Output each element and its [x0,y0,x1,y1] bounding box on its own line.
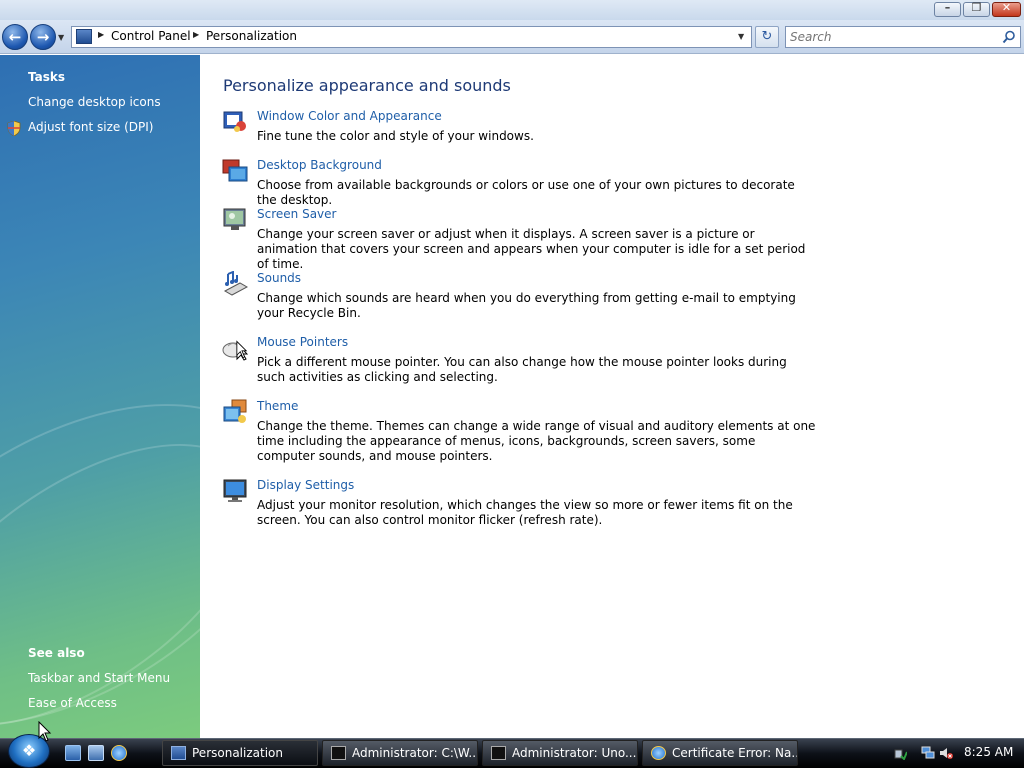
ease-of-access-link[interactable]: Ease of Access [28,696,117,710]
control-panel-icon [76,29,92,44]
taskbar-button-personalization[interactable]: Personalization [162,740,318,766]
taskbar-button-command-prompt[interactable]: Administrator: Uno... [482,740,638,766]
taskbar-button-command-prompt[interactable]: Administrator: C:\W... [322,740,478,766]
minimize-icon: – [944,1,951,14]
screen-saver-icon[interactable] [222,207,248,233]
item-description: Fine tune the color and style of your wi… [257,129,534,143]
adjust-font-size-link[interactable]: Adjust font size (DPI) [28,120,153,134]
task-pane: Tasks Change desktop icons Adjust font s… [0,55,200,738]
display-settings-icon[interactable] [222,478,248,504]
item-description: Change your screen saver or adjust when … [257,227,806,271]
breadcrumb-control-panel[interactable]: Control Panel [111,29,191,43]
internet-explorer-icon[interactable] [111,745,127,761]
display-settings-link[interactable]: Display Settings [257,478,354,492]
breadcrumb-separator-icon[interactable]: ▶ [193,30,199,39]
minimize-button[interactable]: – [934,1,961,17]
clock[interactable]: 8:25 AM [964,745,1013,759]
content-pane: Personalize appearance and sounds Window… [200,55,1024,738]
window-color-appearance-link[interactable]: Window Color and Appearance [257,109,442,123]
safely-remove-hardware-icon[interactable] [893,746,907,760]
personalization-item: Sounds Change which sounds are heard whe… [222,271,812,327]
switch-windows-icon[interactable] [88,745,104,761]
maximize-button[interactable]: ❐ [963,1,990,17]
personalization-item: Mouse Pointers Pick a different mouse po… [222,335,812,391]
windows-logo-icon: ❖ [21,741,37,760]
close-button[interactable]: ✕ [992,1,1021,17]
taskbar-button-label: Administrator: C:\W... [352,746,478,760]
tasks-heading: Tasks [28,70,66,84]
command-prompt-icon [491,746,506,760]
change-desktop-icons-link[interactable]: Change desktop icons [28,95,161,109]
forward-button[interactable]: → [30,24,56,50]
see-also-heading: See also [28,646,85,660]
theme-icon[interactable] [222,399,248,425]
search-icon[interactable] [1002,30,1016,44]
forward-arrow-icon: → [36,28,50,46]
personalization-item: Window Color and Appearance Fine tune th… [222,109,812,149]
search-input[interactable] [790,30,990,44]
mouse-cursor-icon [38,721,52,742]
personalization-item: Desktop Background Choose from available… [222,158,812,207]
item-description: Adjust your monitor resolution, which ch… [257,498,793,527]
taskbar-button-label: Personalization [192,746,283,760]
refresh-icon: ↻ [761,29,773,44]
sounds-icon[interactable] [222,271,248,297]
volume-muted-icon[interactable] [939,746,953,760]
close-icon: ✕ [1001,1,1012,14]
breadcrumb-personalization[interactable]: Personalization [206,29,297,43]
show-desktop-icon[interactable] [65,745,81,761]
personalization-item: Screen Saver Change your screen saver or… [222,207,812,271]
command-prompt-icon [331,746,346,760]
mouse-pointers-link[interactable]: Mouse Pointers [257,335,348,349]
back-arrow-icon: ← [8,28,22,46]
taskbar-button-label: Certificate Error: Na... [672,746,798,760]
control-panel-icon [171,746,186,760]
recent-pages-dropdown-icon[interactable]: ▼ [58,33,64,42]
address-bar[interactable]: ▶ Control Panel ▶ Personalization ▼ [71,26,752,48]
breadcrumb-separator-icon[interactable]: ▶ [98,30,104,39]
search-box[interactable] [785,26,1021,48]
personalization-item: Display Settings Adjust your monitor res… [222,478,812,534]
address-dropdown-icon[interactable]: ▼ [738,32,744,41]
item-description: Choose from available backgrounds or col… [257,178,795,207]
system-tray: 8:25 AM [884,740,1024,766]
taskbar-start-menu-link[interactable]: Taskbar and Start Menu [28,671,170,685]
mouse-cursor-icon [236,340,248,359]
maximize-icon: ❐ [971,1,982,14]
back-button[interactable]: ← [2,24,28,50]
taskbar-button-internet-explorer[interactable]: Certificate Error: Na... [642,740,798,766]
theme-link[interactable]: Theme [257,399,298,413]
personalization-item: Theme Change the theme. Themes can chang… [222,399,815,469]
network-icon[interactable] [921,746,935,760]
refresh-button[interactable]: ↻ [755,26,779,48]
item-description: Change the theme. Themes can change a wi… [257,419,816,463]
desktop-background-icon[interactable] [222,158,248,184]
desktop-background-link[interactable]: Desktop Background [257,158,382,172]
uac-shield-icon [7,121,21,136]
navigation-bar: ← → ▼ ▶ Control Panel ▶ Personalization … [0,20,1024,54]
item-description: Change which sounds are heard when you d… [257,291,796,320]
sounds-link[interactable]: Sounds [257,271,301,285]
item-description: Pick a different mouse pointer. You can … [257,355,787,384]
window-color-icon[interactable] [222,109,248,135]
title-bar: – ❐ ✕ [0,0,1024,20]
screen-saver-link[interactable]: Screen Saver [257,207,336,221]
taskbar-button-label: Administrator: Uno... [512,746,637,760]
internet-explorer-icon [651,746,666,760]
page-title: Personalize appearance and sounds [223,76,511,95]
